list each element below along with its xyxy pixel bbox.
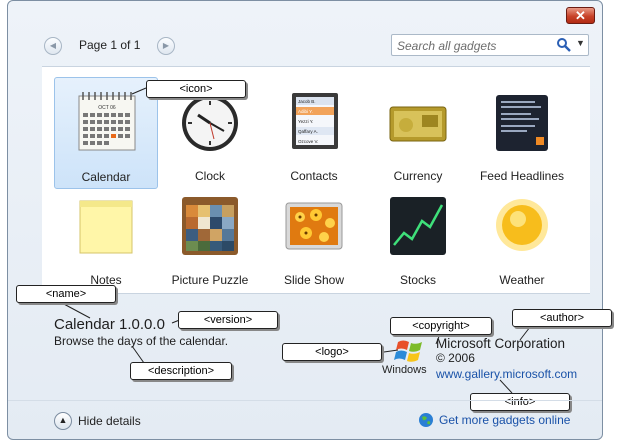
callout-author: <author> <box>512 309 612 327</box>
globe-icon <box>419 413 433 427</box>
get-more-gadgets-link[interactable]: Get more gadgets online <box>439 413 570 427</box>
callout-description: <description> <box>130 362 232 380</box>
hide-details-button[interactable]: ▲ <box>54 412 72 430</box>
callout-leader-lines <box>61 87 531 394</box>
callout-copyright: <copyright> <box>390 317 492 335</box>
chevron-up-icon: ▲ <box>58 415 68 425</box>
callout-version: <version> <box>178 311 278 329</box>
callout-logo: <logo> <box>282 343 382 361</box>
callout-name: <name> <box>16 285 116 303</box>
hide-details-label[interactable]: Hide details <box>78 414 141 428</box>
callout-icon: <icon> <box>146 80 246 98</box>
